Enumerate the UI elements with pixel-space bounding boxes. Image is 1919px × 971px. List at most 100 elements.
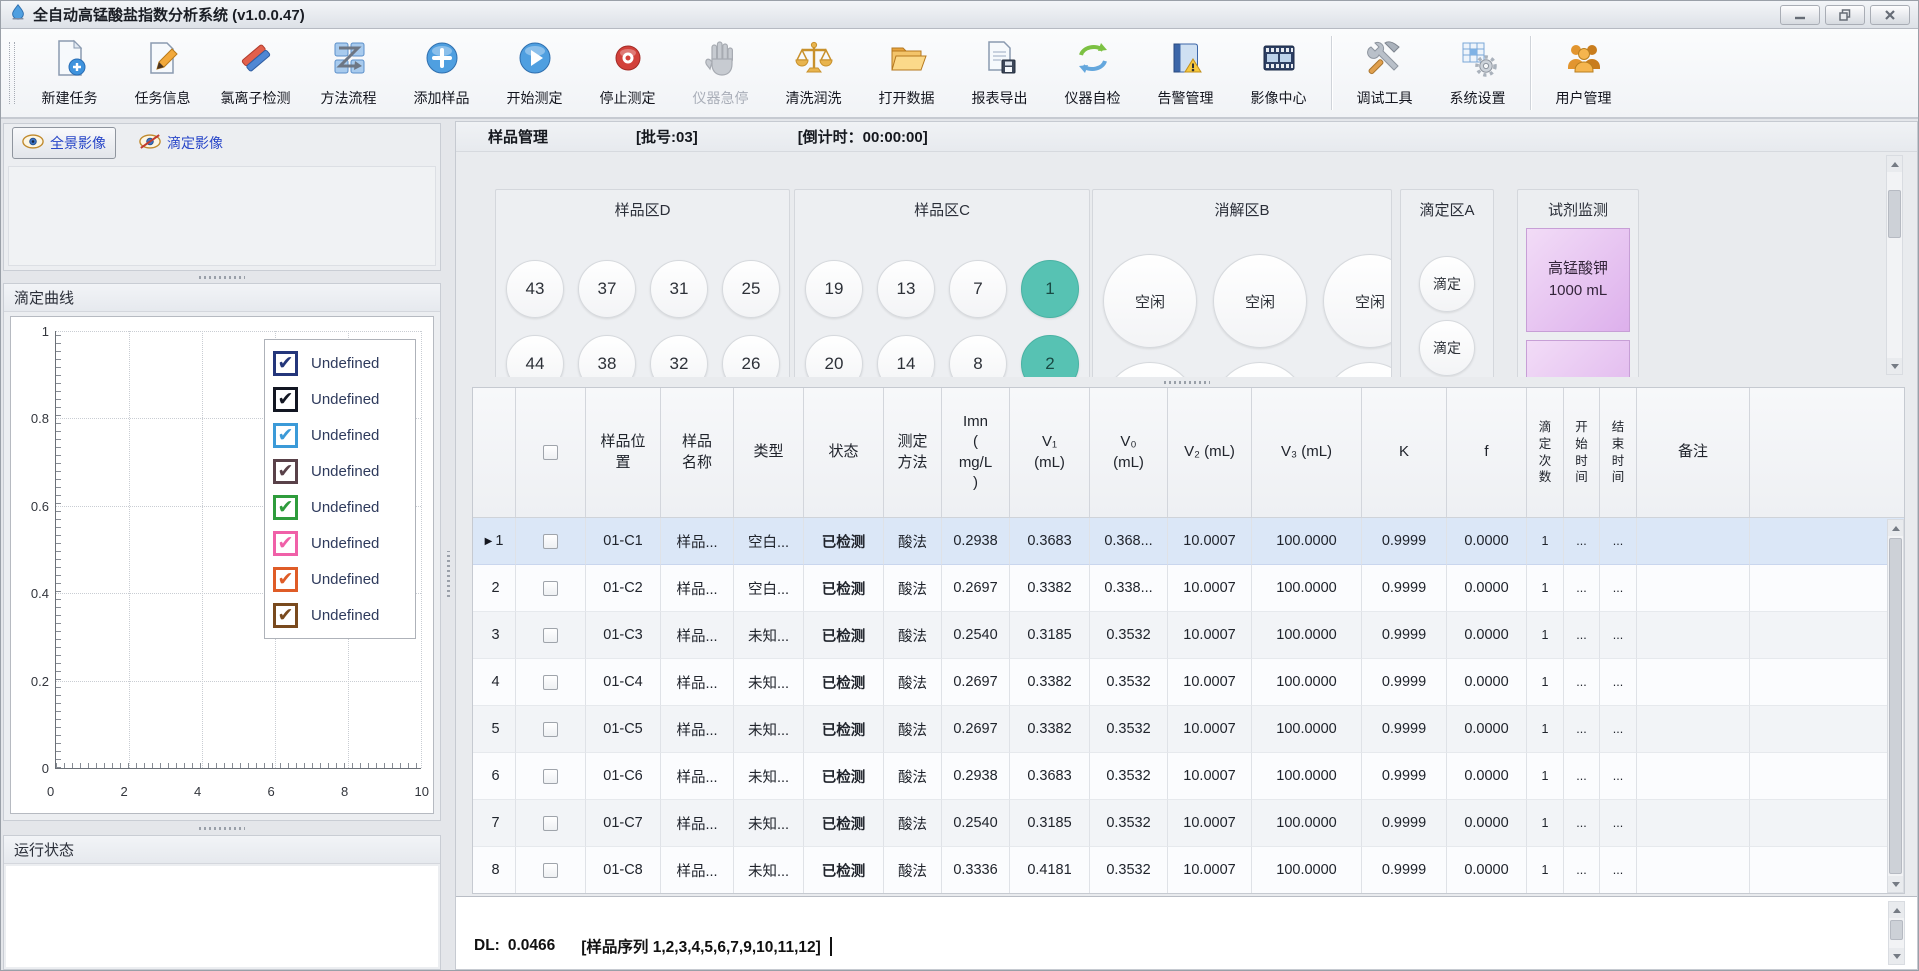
titration-slot[interactable]: 滴定 — [1419, 320, 1475, 376]
zones-scrollbar[interactable] — [1886, 155, 1903, 375]
digestion-slot[interactable]: 空闲 — [1103, 254, 1197, 348]
legend-checkbox-icon[interactable]: ✔ — [273, 459, 298, 484]
tab-titration-image[interactable]: 滴定影像 — [130, 128, 232, 158]
row-checkbox[interactable] — [543, 816, 558, 831]
toolbar-button-clean-rinse[interactable]: 清洗润洗 — [767, 32, 860, 114]
scroll-up-button[interactable] — [1887, 156, 1902, 172]
header-start-time[interactable]: 开始时间 — [1564, 388, 1600, 517]
header-end-time[interactable]: 结束时间 — [1600, 388, 1637, 517]
legend-checkbox-icon[interactable]: ✔ — [273, 423, 298, 448]
sample-slot[interactable]: 31 — [650, 260, 708, 318]
row-checkbox[interactable] — [543, 722, 558, 737]
toolbar-button-user-manage[interactable]: 用户管理 — [1537, 32, 1630, 114]
sample-slot[interactable]: 26 — [722, 335, 780, 377]
table-row[interactable]: 4 01-C4 样品... 未知... 已检测 酸法 0.2697 0.3382… — [473, 659, 1904, 706]
horizontal-splitter[interactable] — [456, 377, 1917, 387]
row-checkbox[interactable] — [543, 581, 558, 596]
scroll-up-button[interactable] — [1889, 902, 1904, 918]
toolbar-button-stop-measure[interactable]: 停止测定 — [581, 32, 674, 114]
sample-slot[interactable]: 25 — [722, 260, 780, 318]
legend-checkbox-icon[interactable]: ✔ — [273, 495, 298, 520]
sample-slot[interactable]: 32 — [650, 335, 708, 377]
toolbar-button-open-data[interactable]: 打开数据 — [860, 32, 953, 114]
scroll-up-button[interactable] — [1888, 520, 1903, 536]
toolbar-button-media-center[interactable]: 影像中心 — [1232, 32, 1325, 114]
close-button[interactable] — [1870, 5, 1910, 25]
legend-item[interactable]: ✔ Undefined — [273, 525, 407, 561]
sample-slot[interactable]: 37 — [578, 260, 636, 318]
table-row[interactable]: 7 01-C7 样品... 未知... 已检测 酸法 0.2540 0.3185… — [473, 800, 1904, 847]
toolbar-grip[interactable] — [9, 42, 15, 104]
header-v0[interactable]: V₀ (mL) — [1090, 388, 1168, 517]
toolbar-button-new-task[interactable]: 新建任务 — [23, 32, 116, 114]
table-scrollbar[interactable] — [1887, 519, 1904, 893]
header-type[interactable]: 类型 — [734, 388, 804, 517]
table-row[interactable]: 8 01-C8 样品... 未知... 已检测 酸法 0.3336 0.4181… — [473, 847, 1904, 894]
toolbar-button-method-flow[interactable]: 方法流程 — [302, 32, 395, 114]
sample-slot[interactable]: 2 — [1021, 335, 1079, 377]
reagent-box[interactable] — [1526, 340, 1630, 377]
digestion-slot[interactable]: 空闲 — [1323, 254, 1392, 348]
row-checkbox[interactable] — [543, 863, 558, 878]
legend-checkbox-icon[interactable]: ✔ — [273, 567, 298, 592]
toolbar-button-system-settings[interactable]: 系统设置 — [1431, 32, 1524, 114]
toolbar-button-task-info[interactable]: 氯离子检测 任务信息 — [116, 32, 209, 114]
table-row[interactable]: 5 01-C5 样品... 未知... 已检测 酸法 0.2697 0.3382… — [473, 706, 1904, 753]
legend-item[interactable]: ✔ Undefined — [273, 417, 407, 453]
toolbar-button-self-check[interactable]: 仪器自检 — [1046, 32, 1139, 114]
scroll-down-button[interactable] — [1888, 876, 1903, 892]
legend-item[interactable]: ✔ Undefined — [273, 453, 407, 489]
sample-slot[interactable]: 43 — [506, 260, 564, 318]
toolbar-button-chloride-test[interactable]: 氯离子检测 — [209, 32, 302, 114]
header-method[interactable]: 测定 方法 — [884, 388, 942, 517]
legend-item[interactable]: ✔ Undefined — [273, 597, 407, 633]
legend-item[interactable]: ✔ Undefined — [273, 345, 407, 381]
row-checkbox[interactable] — [543, 628, 558, 643]
header-sample-position[interactable]: 样品位 置 — [586, 388, 661, 517]
tab-panorama-image[interactable]: 全景影像 — [12, 127, 116, 159]
legend-item[interactable]: ✔ Undefined — [273, 489, 407, 525]
horizontal-splitter[interactable] — [3, 271, 441, 283]
scroll-thumb[interactable] — [1888, 190, 1901, 238]
select-all-checkbox[interactable] — [543, 445, 558, 460]
scroll-down-button[interactable] — [1889, 948, 1904, 964]
table-row[interactable]: 2 01-C2 样品... 空白... 已检测 酸法 0.2697 0.3382… — [473, 565, 1904, 612]
legend-item[interactable]: ✔ Undefined — [273, 561, 407, 597]
legend-item[interactable]: ✔ Undefined — [273, 381, 407, 417]
toolbar-button-debug-tools[interactable]: 调试工具 — [1338, 32, 1431, 114]
header-remark[interactable]: 备注 — [1637, 388, 1750, 517]
scroll-down-button[interactable] — [1887, 358, 1902, 374]
sample-slot[interactable]: 44 — [506, 335, 564, 377]
legend-checkbox-icon[interactable]: ✔ — [273, 387, 298, 412]
header-v2[interactable]: V₂ (mL) — [1168, 388, 1252, 517]
horizontal-splitter[interactable] — [3, 822, 441, 834]
restore-button[interactable] — [1825, 5, 1865, 25]
row-checkbox[interactable] — [543, 769, 558, 784]
header-imn[interactable]: Imn ( mg/L ) — [942, 388, 1010, 517]
sample-slot[interactable]: 14 — [877, 335, 935, 377]
header-v1[interactable]: V₁ (mL) — [1010, 388, 1090, 517]
sample-slot[interactable]: 8 — [949, 335, 1007, 377]
minimize-button[interactable] — [1780, 5, 1820, 25]
row-checkbox[interactable] — [543, 534, 558, 549]
toolbar-button-alarm-manage[interactable]: 告警管理 — [1139, 32, 1232, 114]
legend-checkbox-icon[interactable]: ✔ — [273, 603, 298, 628]
scroll-thumb[interactable] — [1890, 920, 1903, 940]
sample-slot[interactable]: 19 — [805, 260, 863, 318]
legend-checkbox-icon[interactable]: ✔ — [273, 351, 298, 376]
row-checkbox[interactable] — [543, 675, 558, 690]
header-v3[interactable]: V₃ (mL) — [1252, 388, 1362, 517]
digestion-slot[interactable]: 空闲 — [1213, 254, 1307, 348]
sample-slot[interactable]: 7 — [949, 260, 1007, 318]
sample-slot[interactable]: 38 — [578, 335, 636, 377]
header-status[interactable]: 状态 — [804, 388, 884, 517]
table-row[interactable]: 3 01-C3 样品... 未知... 已检测 酸法 0.2540 0.3185… — [473, 612, 1904, 659]
toolbar-button-start-measure[interactable]: 开始测定 — [488, 32, 581, 114]
vertical-splitter[interactable] — [441, 121, 455, 970]
toolbar-button-report-export[interactable]: 报表导出 — [953, 32, 1046, 114]
sample-slot[interactable]: 20 — [805, 335, 863, 377]
toolbar-button-add-sample[interactable]: 添加样品 — [395, 32, 488, 114]
header-k[interactable]: K — [1362, 388, 1447, 517]
legend-checkbox-icon[interactable]: ✔ — [273, 531, 298, 556]
sample-slot[interactable]: 13 — [877, 260, 935, 318]
